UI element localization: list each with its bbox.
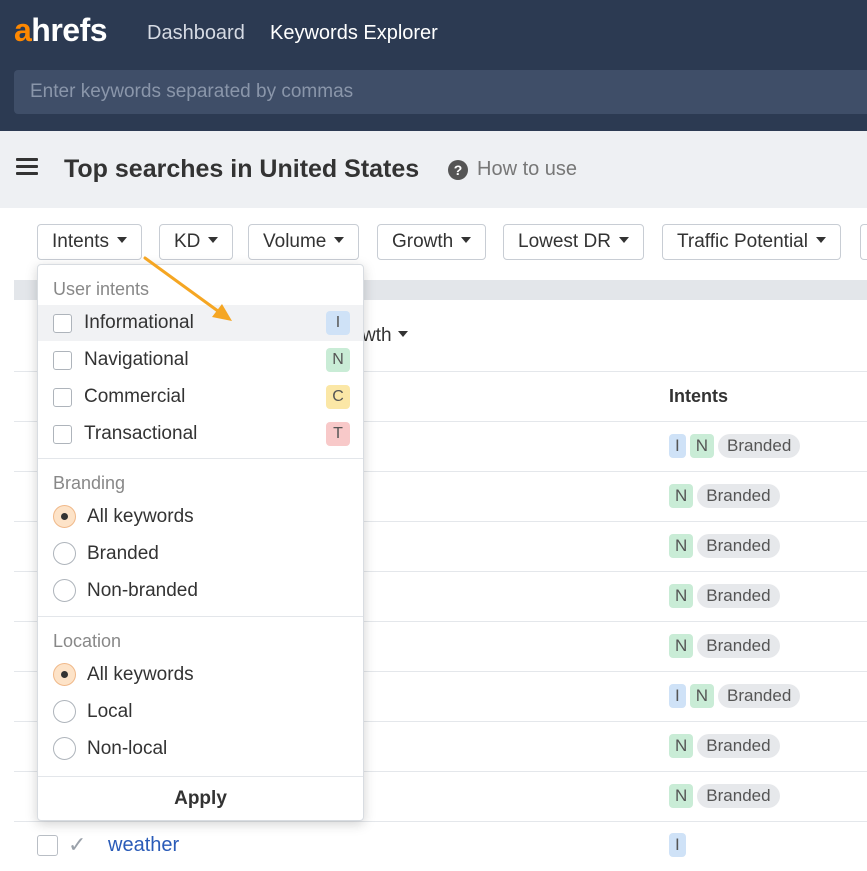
intent-tags: N Branded — [669, 484, 784, 508]
branded-tag: Branded — [697, 634, 780, 658]
intent-tag: N — [669, 734, 694, 758]
caret-down-icon — [461, 236, 472, 243]
checkbox[interactable] — [53, 425, 72, 444]
location-option-all[interactable]: All keywords — [38, 657, 363, 693]
branded-tag: Branded — [697, 484, 780, 508]
ahrefs-logo[interactable]: ahrefs — [14, 12, 108, 49]
filter-growth-button[interactable]: Growth — [377, 224, 487, 260]
branded-tag: Branded — [697, 584, 780, 608]
intent-tag: I — [669, 684, 686, 708]
top-bar: ahrefs Dashboard Keywords Explorer — [0, 0, 867, 131]
caret-down-icon — [334, 236, 345, 243]
checkbox[interactable] — [53, 351, 72, 370]
filter-volume-button[interactable]: Volume — [248, 224, 360, 260]
keyword-link[interactable]: weather — [108, 834, 179, 857]
filter-intents-button[interactable]: Intents — [37, 224, 143, 260]
intent-tags: I — [669, 833, 690, 857]
radio[interactable] — [53, 579, 76, 602]
intent-tag: I — [669, 434, 686, 458]
branded-tag: Branded — [697, 784, 780, 808]
branded-tag: Branded — [697, 534, 780, 558]
intent-option-informational[interactable]: Informational I — [38, 305, 363, 341]
divider — [38, 616, 363, 617]
page-title: Top searches in United States — [64, 155, 420, 183]
filter-more-button[interactable] — [860, 224, 867, 260]
intent-tag: N — [669, 634, 694, 658]
intent-tags: N Branded — [669, 584, 784, 608]
user-intents-heading: User intents — [53, 279, 150, 299]
intent-tags: I N Branded — [669, 684, 804, 708]
caret-down-icon — [208, 236, 219, 243]
how-to-use-link[interactable]: How to use — [477, 158, 577, 181]
intent-tags: N Branded — [669, 784, 784, 808]
intent-tag: I — [669, 833, 686, 857]
intent-badge: C — [326, 385, 350, 409]
intent-option-commercial[interactable]: Commercial C — [38, 379, 363, 415]
branded-tag: Branded — [718, 434, 801, 458]
intent-tag: N — [669, 584, 694, 608]
intent-tags: N Branded — [669, 534, 784, 558]
intent-tag: N — [669, 534, 694, 558]
intent-tag: N — [669, 784, 694, 808]
checkbox[interactable] — [53, 314, 72, 333]
apply-button[interactable]: Apply — [38, 779, 363, 819]
growth-sort-toggle[interactable]: wth — [362, 325, 408, 347]
radio-selected[interactable] — [53, 663, 76, 686]
checkmark-icon[interactable]: ✓ — [68, 832, 86, 858]
intent-option-transactional[interactable]: Transactional T — [38, 416, 363, 452]
intent-tags: I N Branded — [669, 434, 804, 458]
branding-option-branded[interactable]: Branded — [38, 536, 363, 572]
branding-option-all[interactable]: All keywords — [38, 499, 363, 535]
location-heading: Location — [53, 631, 122, 651]
intent-tag: N — [689, 434, 715, 458]
location-option-local[interactable]: Local — [38, 694, 363, 730]
radio-selected[interactable] — [53, 505, 76, 528]
row-divider — [14, 821, 867, 822]
radio[interactable] — [53, 542, 76, 565]
intent-badge: T — [326, 422, 350, 446]
intent-tag: N — [689, 684, 715, 708]
divider — [38, 776, 363, 777]
intent-badge: N — [326, 348, 350, 372]
divider — [38, 458, 363, 459]
question-circle-icon[interactable]: ? — [448, 160, 468, 180]
branding-option-non-branded[interactable]: Non-branded — [38, 573, 363, 609]
intent-tag: N — [669, 484, 694, 508]
hamburger-menu-icon[interactable] — [16, 158, 38, 176]
row-checkbox[interactable] — [37, 835, 58, 856]
caret-down-icon — [618, 236, 629, 243]
caret-down-icon — [117, 236, 128, 243]
caret-down-icon — [397, 330, 408, 337]
branded-tag: Branded — [697, 734, 780, 758]
nav-dashboard[interactable]: Dashboard — [147, 22, 245, 45]
filter-traffic-potential-button[interactable]: Traffic Potential — [662, 224, 841, 260]
intents-column-header[interactable]: Intents — [669, 386, 728, 407]
intents-dropdown: User intents Informational I Navigationa… — [37, 264, 364, 821]
intent-tags: N Branded — [669, 634, 784, 658]
keywords-search-input[interactable] — [14, 70, 867, 114]
radio[interactable] — [53, 700, 76, 723]
branding-heading: Branding — [53, 473, 126, 493]
intent-badge: I — [326, 311, 350, 335]
nav-keywords-explorer[interactable]: Keywords Explorer — [270, 22, 438, 45]
branded-tag: Branded — [718, 684, 801, 708]
filter-lowest-dr-button[interactable]: Lowest DR — [503, 224, 644, 260]
intent-tags: N Branded — [669, 734, 784, 758]
caret-down-icon — [815, 236, 826, 243]
filter-kd-button[interactable]: KD — [159, 224, 234, 260]
checkbox[interactable] — [53, 388, 72, 407]
page-header: Top searches in United States ? How to u… — [0, 131, 867, 208]
intent-option-navigational[interactable]: Navigational N — [38, 342, 363, 378]
radio[interactable] — [53, 737, 76, 760]
location-option-non-local[interactable]: Non-local — [38, 731, 363, 767]
